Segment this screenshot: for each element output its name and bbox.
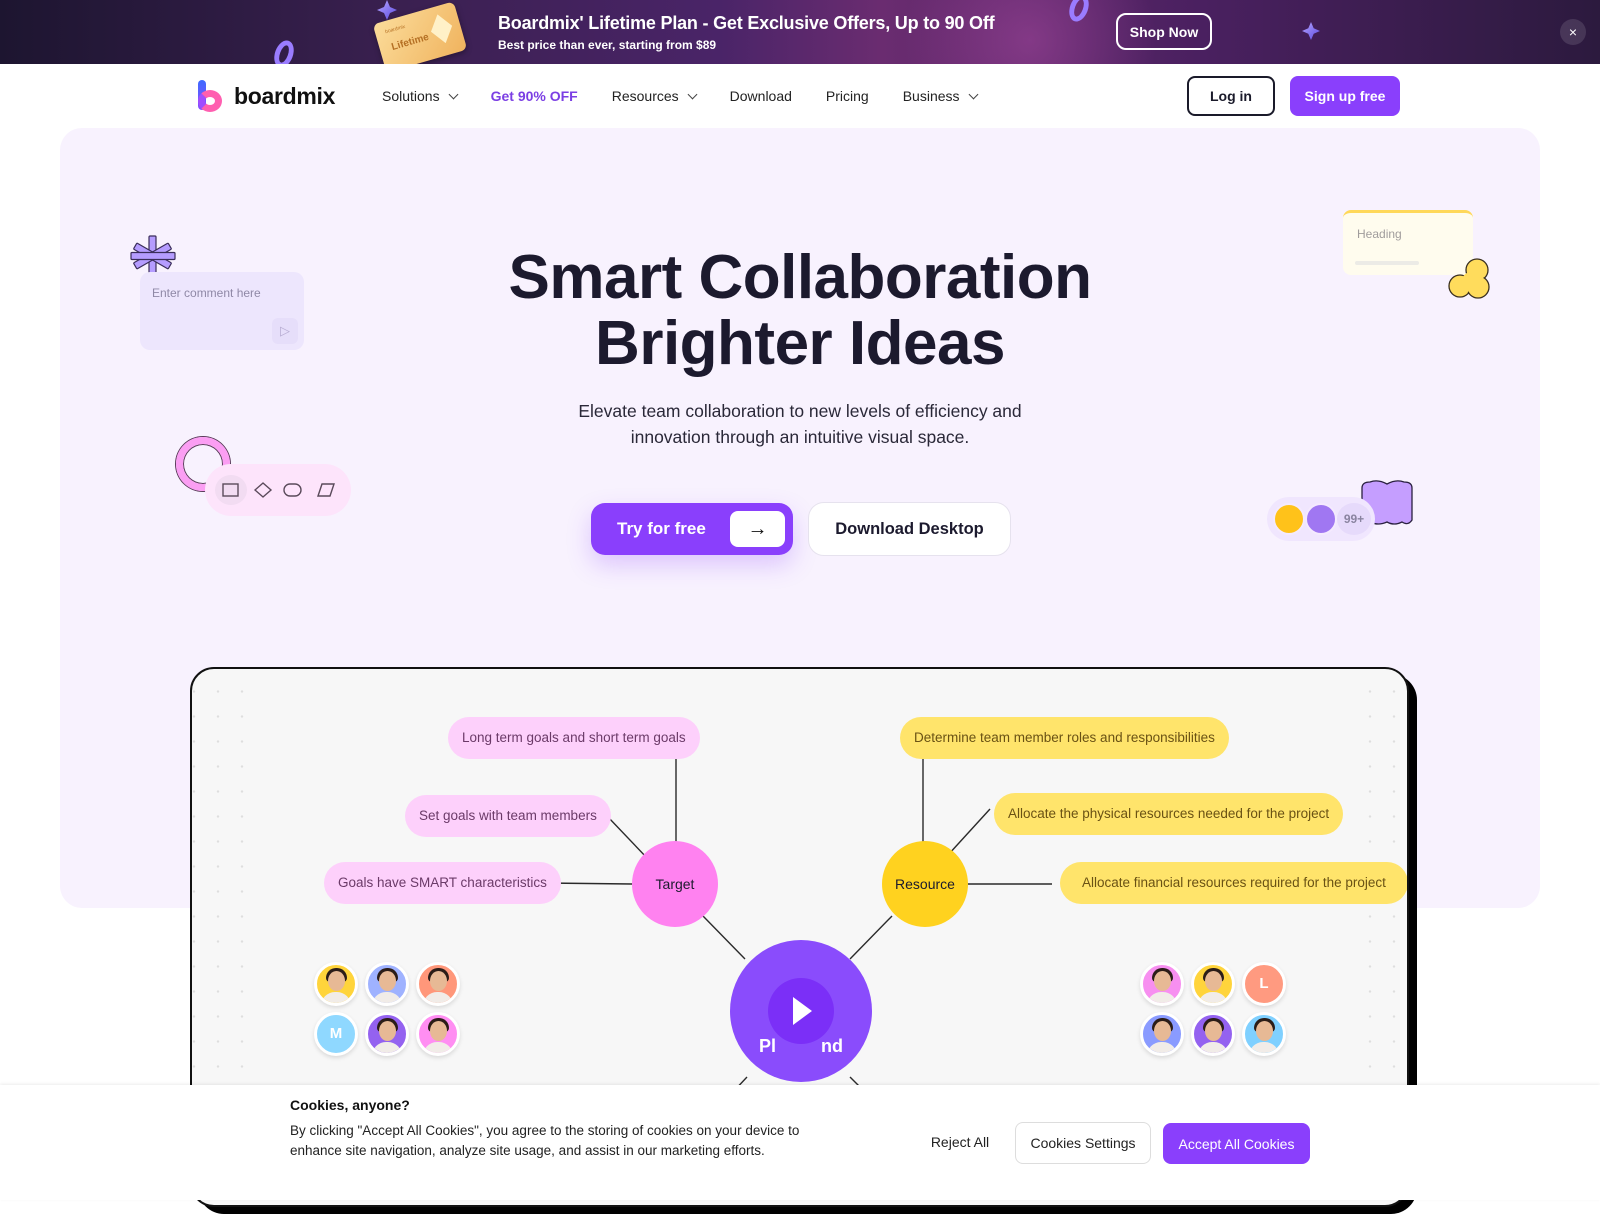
- nav-label: Business: [902, 88, 960, 104]
- team-avatar: [1191, 1012, 1235, 1056]
- mindmap-branch: Allocate the physical resources needed f…: [994, 793, 1344, 835]
- card-label: Lifetime: [390, 31, 431, 53]
- sparkle-icon: [1302, 22, 1320, 40]
- mindmap-branch: Set goals with team members: [405, 795, 611, 837]
- avatar-head: [379, 971, 396, 991]
- chevron-down-icon: [968, 89, 978, 99]
- hero-subtitle: Elevate team collaboration to new levels…: [0, 398, 1600, 450]
- shop-now-button[interactable]: Shop Now: [1116, 13, 1212, 50]
- avatar-head: [379, 1021, 396, 1041]
- try-for-free-button[interactable]: Try for free →: [591, 503, 793, 555]
- diamond-icon: [253, 482, 273, 498]
- collaborator-avatar: [1305, 503, 1337, 535]
- ribbon-icon: [270, 37, 298, 64]
- collaborator-avatar: [1273, 503, 1305, 535]
- reject-all-button[interactable]: Reject All: [910, 1122, 1010, 1162]
- avatar-head: [1205, 971, 1222, 991]
- connector-line: [849, 915, 893, 960]
- close-banner-icon[interactable]: ×: [1560, 19, 1586, 45]
- cookie-settings-button[interactable]: Cookies Settings: [1015, 1122, 1151, 1164]
- hero-title: Smart Collaboration Brighter Ideas: [0, 245, 1600, 377]
- collaborator-count: 99+: [1337, 503, 1371, 535]
- shape-icons: [222, 482, 335, 498]
- team-avatar: M: [314, 1012, 358, 1056]
- nav-label: Get 90% OFF: [490, 88, 578, 104]
- note-heading: Heading: [1357, 227, 1402, 241]
- accept-all-cookies-button[interactable]: Accept All Cookies: [1163, 1123, 1310, 1164]
- brand-name: boardmix: [234, 82, 336, 109]
- nav-label: Resources: [611, 88, 679, 104]
- nav-label: Download: [729, 88, 792, 104]
- nav-item-pricing[interactable]: Pricing: [826, 88, 869, 104]
- mindmap-branch: Allocate financial resources required fo…: [1060, 862, 1407, 904]
- rectangle-icon: [222, 483, 239, 497]
- team-avatar: L: [1242, 962, 1286, 1006]
- brand-logo[interactable]: boardmix: [198, 80, 335, 112]
- resource-node: Resource: [882, 841, 968, 927]
- avatar-head: [328, 971, 345, 991]
- promo-subtitle: Best price than ever, starting from $89: [498, 38, 717, 52]
- team-avatar: [1140, 1012, 1184, 1056]
- card-brand: boardmix: [384, 23, 406, 36]
- avatar-head: [1154, 971, 1171, 991]
- signup-button[interactable]: Sign up free: [1290, 76, 1400, 116]
- mindmap-branch: Determine team member roles and responsi…: [900, 717, 1229, 759]
- nav-label: Pricing: [825, 88, 869, 104]
- team-avatar: [1191, 962, 1235, 1006]
- nav-item-business[interactable]: Business: [902, 88, 978, 104]
- parallelogram-icon: [317, 483, 335, 497]
- hero-title-line-1: Smart Collaboration: [508, 243, 1092, 312]
- chevron-down-icon: [687, 89, 698, 99]
- avatar-head: [1205, 1021, 1222, 1041]
- mindmap-branch: Goals have SMART characteristics: [324, 862, 561, 904]
- chevron-down-icon: [448, 89, 459, 99]
- top-nav: boardmix Solutions Get 90% OFF Resources…: [0, 64, 1600, 128]
- mindmap-branch: Long term goals and short term goals: [448, 717, 700, 759]
- hero-title-line-2: Brighter Ideas: [595, 309, 1005, 378]
- cookie-title: Cookies, anyone?: [290, 1097, 410, 1113]
- team-avatar: [365, 962, 409, 1006]
- hero-subtitle-line-1: Elevate team collaboration to new levels…: [578, 401, 1022, 421]
- nav-item-resources[interactable]: Resources: [611, 88, 698, 104]
- rounded-rect-icon: [283, 483, 302, 497]
- collaborators-pill: 99+: [1267, 497, 1375, 541]
- hero-subtitle-line-2: innovation through an intuitive visual s…: [630, 427, 970, 447]
- avatar-head: [1154, 1021, 1171, 1041]
- team-avatar: [365, 1012, 409, 1056]
- promo-banner: boardmix Lifetime Boardmix' Lifetime Pla…: [0, 0, 1600, 64]
- nav-item-get-90-off[interactable]: Get 90% OFF: [491, 88, 578, 104]
- download-desktop-button[interactable]: Download Desktop: [808, 502, 1011, 556]
- avatar-head: [430, 1021, 447, 1041]
- connector-line: [702, 915, 746, 960]
- nav-item-download[interactable]: Download: [730, 88, 792, 104]
- sparkle-icon: [377, 0, 397, 20]
- connector-line: [607, 816, 649, 860]
- avatar-head: [430, 971, 447, 991]
- team-avatar: [1140, 962, 1184, 1006]
- play-video-button[interactable]: [768, 978, 834, 1044]
- team-avatar: [416, 962, 460, 1006]
- diamond-icon: [427, 11, 456, 46]
- target-node: Target: [632, 841, 718, 927]
- nav-menu: Solutions Get 90% OFF Resources Download…: [382, 64, 1011, 128]
- cookie-body: By clicking "Accept All Cookies", you ag…: [290, 1123, 800, 1158]
- nav-label: Solutions: [382, 88, 440, 104]
- cookie-banner: Cookies, anyone? By clicking "Accept All…: [0, 1085, 1600, 1200]
- boardmix-logo-icon: [198, 80, 224, 112]
- shape-toolbar: [205, 464, 351, 516]
- team-avatar: [314, 962, 358, 1006]
- avatar-head: [1256, 1021, 1273, 1041]
- team-avatar: [416, 1012, 460, 1056]
- connector-line: [947, 808, 991, 856]
- promo-title: Boardmix' Lifetime Plan - Get Exclusive …: [498, 13, 995, 33]
- team-avatar: [1242, 1012, 1286, 1056]
- nav-item-solutions[interactable]: Solutions: [382, 88, 459, 104]
- arrow-right-icon: →: [730, 511, 785, 547]
- login-button[interactable]: Log in: [1187, 76, 1275, 116]
- try-label: Try for free: [617, 519, 706, 538]
